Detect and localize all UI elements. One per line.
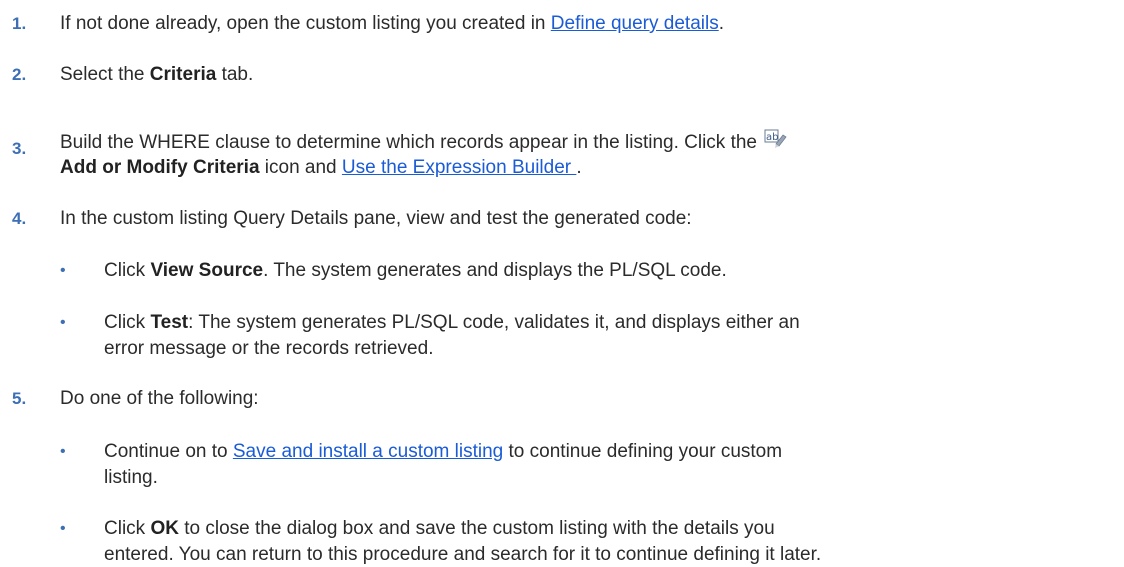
step-number: 2. xyxy=(12,65,27,84)
criteria-tab-label: Criteria xyxy=(149,64,217,85)
step-number: 5. xyxy=(12,389,27,408)
view-source-label: View Source xyxy=(150,260,264,281)
bullet-glyph: • xyxy=(60,443,66,460)
save-install-custom-listing-link[interactable]: Save and install a custom listing xyxy=(233,441,503,462)
svg-text:ab: ab xyxy=(766,132,778,143)
use-expression-builder-link[interactable]: Use the Expression Builder xyxy=(342,157,576,178)
step-number: 4. xyxy=(12,209,27,228)
add-modify-criteria-icon[interactable]: ab xyxy=(764,128,788,150)
test-label: Test xyxy=(150,312,189,333)
step-number: 3. xyxy=(12,139,27,158)
bullet-glyph: • xyxy=(60,262,66,279)
step-number: 1. xyxy=(12,14,27,33)
step-text: In the custom listing Query Details pane… xyxy=(60,208,692,229)
step-text: Build the WHERE clause to determine whic… xyxy=(60,120,1110,180)
step-text: If not done already, open the custom lis… xyxy=(60,13,724,34)
step-text: Select the Criteria tab. xyxy=(60,64,254,85)
step-text: Do one of the following: xyxy=(60,388,259,409)
add-modify-criteria-label: Add or Modify Criteria xyxy=(60,157,260,178)
define-query-details-link[interactable]: Define query details xyxy=(551,13,719,34)
bullet-glyph: • xyxy=(60,520,66,537)
ok-label: OK xyxy=(150,518,179,539)
bullet-glyph: • xyxy=(60,314,66,331)
